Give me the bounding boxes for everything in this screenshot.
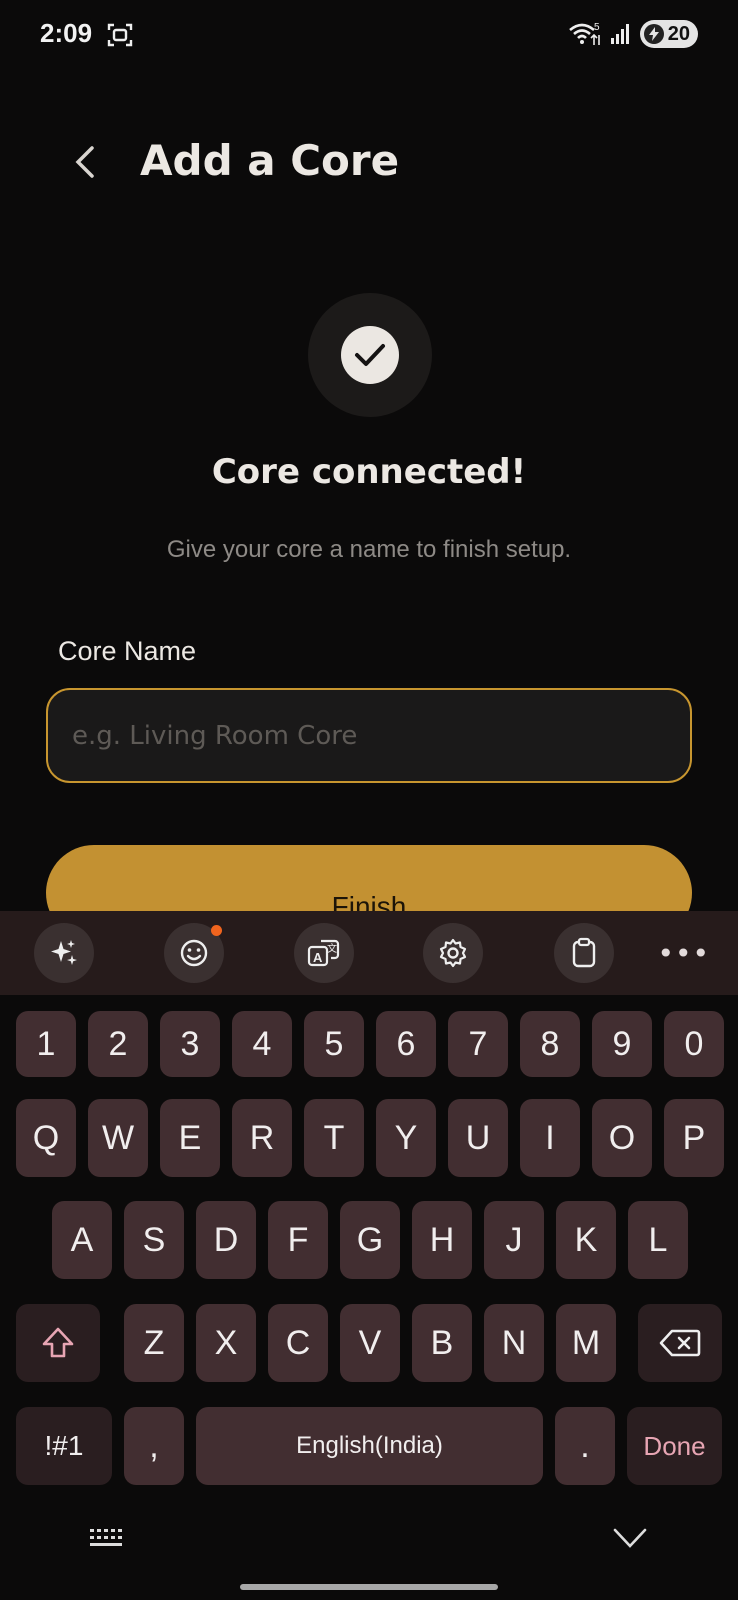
svg-text:文: 文 <box>327 942 337 955</box>
emoji-icon[interactable] <box>164 923 224 983</box>
key-9[interactable]: 9 <box>592 1011 652 1077</box>
clipboard-icon[interactable] <box>554 923 614 983</box>
wifi-icon: 5 <box>568 22 600 45</box>
signal-icon <box>610 24 629 44</box>
keyboard-toolbar: A文 ••• <box>0 911 738 995</box>
key-o[interactable]: O <box>592 1099 652 1177</box>
shift-key[interactable] <box>16 1304 100 1382</box>
period-key[interactable]: . <box>555 1407 615 1485</box>
svg-text:A: A <box>313 950 323 965</box>
keyboard-switch-icon[interactable] <box>88 1526 128 1554</box>
key-b[interactable]: B <box>412 1304 472 1382</box>
success-headline: Core connected! <box>211 452 527 492</box>
key-f[interactable]: F <box>268 1201 328 1279</box>
key-s[interactable]: S <box>124 1201 184 1279</box>
status-time: 2:09 <box>40 18 93 48</box>
key-7[interactable]: 7 <box>448 1011 508 1077</box>
key-1[interactable]: 1 <box>16 1011 76 1077</box>
key-3[interactable]: 3 <box>160 1011 220 1077</box>
backspace-key[interactable] <box>638 1304 722 1382</box>
battery-indicator: 20 <box>639 20 698 48</box>
success-badge <box>308 293 432 417</box>
key-2[interactable]: 2 <box>88 1011 148 1077</box>
key-y[interactable]: Y <box>376 1099 436 1177</box>
space-key[interactable]: English(India) <box>196 1407 543 1485</box>
screen-capture-icon <box>107 23 133 47</box>
key-5[interactable]: 5 <box>304 1011 364 1077</box>
key-0[interactable]: 0 <box>664 1011 724 1077</box>
key-l[interactable]: L <box>628 1201 688 1279</box>
key-n[interactable]: N <box>484 1304 544 1382</box>
app-header: Add a Core <box>0 120 738 210</box>
shift-arrow-icon <box>42 1327 74 1358</box>
success-subtext: Give your core a name to finish setup. <box>166 536 572 563</box>
more-icon[interactable]: ••• <box>657 937 710 970</box>
key-8[interactable]: 8 <box>520 1011 580 1077</box>
translate-icon[interactable]: A文 <box>294 923 354 983</box>
key-p[interactable]: P <box>664 1099 724 1177</box>
back-chevron-icon[interactable] <box>66 140 106 184</box>
page-title: Add a Core <box>140 136 400 185</box>
key-g[interactable]: G <box>340 1201 400 1279</box>
key-c[interactable]: C <box>268 1304 328 1382</box>
symbols-key[interactable]: !#1 <box>16 1407 112 1485</box>
key-r[interactable]: R <box>232 1099 292 1177</box>
home-indicator[interactable] <box>240 1584 498 1590</box>
core-name-input[interactable] <box>46 688 692 783</box>
status-bar: 2:09 5 20 <box>0 0 738 70</box>
core-name-label: Core Name <box>58 636 197 666</box>
key-d[interactable]: D <box>196 1201 256 1279</box>
backspace-icon <box>659 1329 701 1357</box>
hide-keyboard-chevron-icon[interactable] <box>612 1524 648 1552</box>
notification-dot <box>211 925 222 936</box>
key-x[interactable]: X <box>196 1304 256 1382</box>
comma-key[interactable]: , <box>124 1407 184 1485</box>
charging-icon <box>643 24 664 44</box>
key-t[interactable]: T <box>304 1099 364 1177</box>
key-a[interactable]: A <box>52 1201 112 1279</box>
key-6[interactable]: 6 <box>376 1011 436 1077</box>
key-j[interactable]: J <box>484 1201 544 1279</box>
battery-level: 20 <box>667 22 690 45</box>
wifi-badge: 5 <box>594 22 600 33</box>
key-e[interactable]: E <box>160 1099 220 1177</box>
key-h[interactable]: H <box>412 1201 472 1279</box>
key-4[interactable]: 4 <box>232 1011 292 1077</box>
settings-icon[interactable] <box>423 923 483 983</box>
key-q[interactable]: Q <box>16 1099 76 1177</box>
key-i[interactable]: I <box>520 1099 580 1177</box>
sparkle-icon[interactable] <box>34 923 94 983</box>
key-k[interactable]: K <box>556 1201 616 1279</box>
key-w[interactable]: W <box>88 1099 148 1177</box>
key-v[interactable]: V <box>340 1304 400 1382</box>
key-m[interactable]: M <box>556 1304 616 1382</box>
done-key[interactable]: Done <box>627 1407 722 1485</box>
system-nav-bar <box>0 1490 738 1600</box>
checkmark-icon <box>341 326 399 384</box>
key-z[interactable]: Z <box>124 1304 184 1382</box>
key-u[interactable]: U <box>448 1099 508 1177</box>
